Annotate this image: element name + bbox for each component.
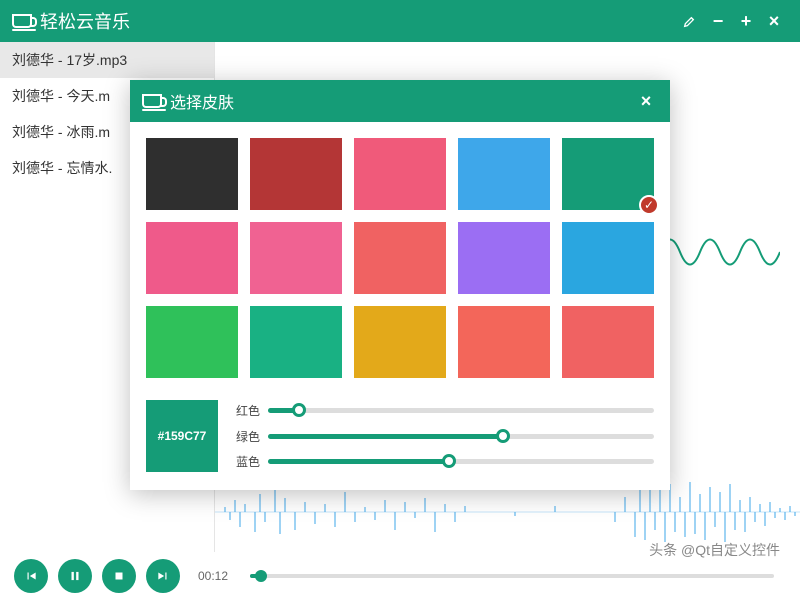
add-button[interactable]: + <box>732 7 760 35</box>
progress-thumb[interactable] <box>255 570 267 582</box>
slider-label-green: 绿色 <box>232 428 260 445</box>
color-swatch[interactable] <box>146 138 238 210</box>
slider-label-red: 红色 <box>232 402 260 419</box>
custom-color-area: #159C77 红色 绿色 蓝色 <box>130 390 670 490</box>
color-swatch[interactable]: ✓ <box>562 138 654 210</box>
check-icon: ✓ <box>639 195 659 215</box>
slider-red[interactable] <box>268 408 654 413</box>
slider-row-green: 绿色 <box>232 428 654 445</box>
color-swatch[interactable] <box>458 306 550 378</box>
color-swatch[interactable] <box>458 222 550 294</box>
color-preview: #159C77 <box>146 400 218 472</box>
progress-bar[interactable] <box>250 574 774 578</box>
color-swatch[interactable] <box>250 306 342 378</box>
color-swatch[interactable] <box>146 306 238 378</box>
color-swatch[interactable] <box>146 222 238 294</box>
dialog-title: 选择皮肤 <box>170 89 234 113</box>
prev-button[interactable] <box>14 559 48 593</box>
color-swatch[interactable] <box>458 138 550 210</box>
slider-label-blue: 蓝色 <box>232 453 260 470</box>
close-button[interactable]: × <box>760 7 788 35</box>
dialog-close-button[interactable]: × <box>634 89 658 113</box>
skin-dialog: 选择皮肤 × ✓ #159C77 红色 绿色 蓝色 <box>130 80 670 490</box>
playlist-item[interactable]: 刘德华 - 17岁.mp3 <box>0 42 214 78</box>
waveform-smooth <box>660 222 780 282</box>
swatch-grid: ✓ <box>130 122 670 390</box>
eyedropper-button[interactable] <box>676 7 704 35</box>
stop-button[interactable] <box>102 559 136 593</box>
color-swatch[interactable] <box>562 222 654 294</box>
color-swatch[interactable] <box>562 306 654 378</box>
next-button[interactable] <box>146 559 180 593</box>
playback-time: 00:12 <box>198 569 228 583</box>
minimize-button[interactable]: − <box>704 7 732 35</box>
slider-green[interactable] <box>268 434 654 439</box>
watermark-text: 头条 @Qt自定义控件 <box>649 540 780 560</box>
color-swatch[interactable] <box>354 138 446 210</box>
slider-row-blue: 蓝色 <box>232 453 654 470</box>
titlebar: 轻松云音乐 − + × <box>0 0 800 42</box>
slider-blue[interactable] <box>268 459 654 464</box>
color-swatch[interactable] <box>354 222 446 294</box>
color-swatch[interactable] <box>250 222 342 294</box>
color-swatch[interactable] <box>354 306 446 378</box>
slider-row-red: 红色 <box>232 402 654 419</box>
color-swatch[interactable] <box>250 138 342 210</box>
color-hex: #159C77 <box>158 429 207 443</box>
pause-button[interactable] <box>58 559 92 593</box>
app-logo: 轻松云音乐 <box>12 8 130 34</box>
cup-icon <box>142 94 162 108</box>
cup-icon <box>12 14 32 28</box>
app-title: 轻松云音乐 <box>40 8 130 34</box>
dialog-header: 选择皮肤 × <box>130 80 670 122</box>
